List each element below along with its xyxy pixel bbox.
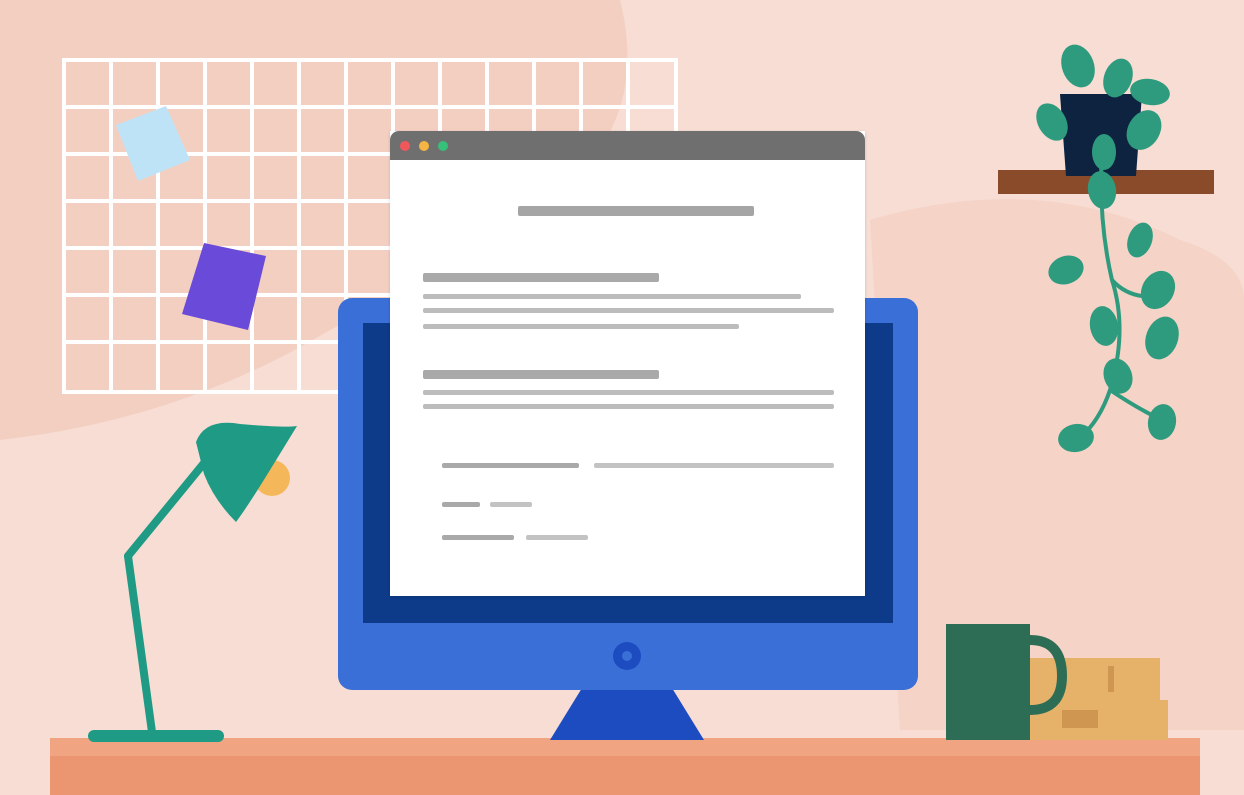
desk-illustration <box>0 0 1244 795</box>
maximize-dot-icon <box>438 141 448 151</box>
text-line-placeholder <box>423 404 834 409</box>
browser-titlebar <box>390 131 865 160</box>
browser-window <box>390 131 865 596</box>
field-label-placeholder <box>442 535 514 540</box>
close-dot-icon <box>400 141 410 151</box>
field-label-placeholder <box>442 502 480 507</box>
section-heading-placeholder <box>423 273 659 282</box>
text-line-placeholder <box>423 390 834 395</box>
text-line-placeholder <box>423 324 739 329</box>
document-title-placeholder <box>518 206 754 216</box>
books-stack <box>1024 658 1168 740</box>
field-value-placeholder <box>526 535 588 540</box>
minimize-dot-icon <box>419 141 429 151</box>
desk-top <box>50 738 1200 756</box>
text-line-placeholder <box>423 308 834 313</box>
text-line-placeholder <box>423 294 801 299</box>
field-label-placeholder <box>442 463 579 468</box>
field-value-placeholder <box>490 502 532 507</box>
section-heading-placeholder <box>423 370 659 379</box>
field-value-placeholder <box>594 463 834 468</box>
